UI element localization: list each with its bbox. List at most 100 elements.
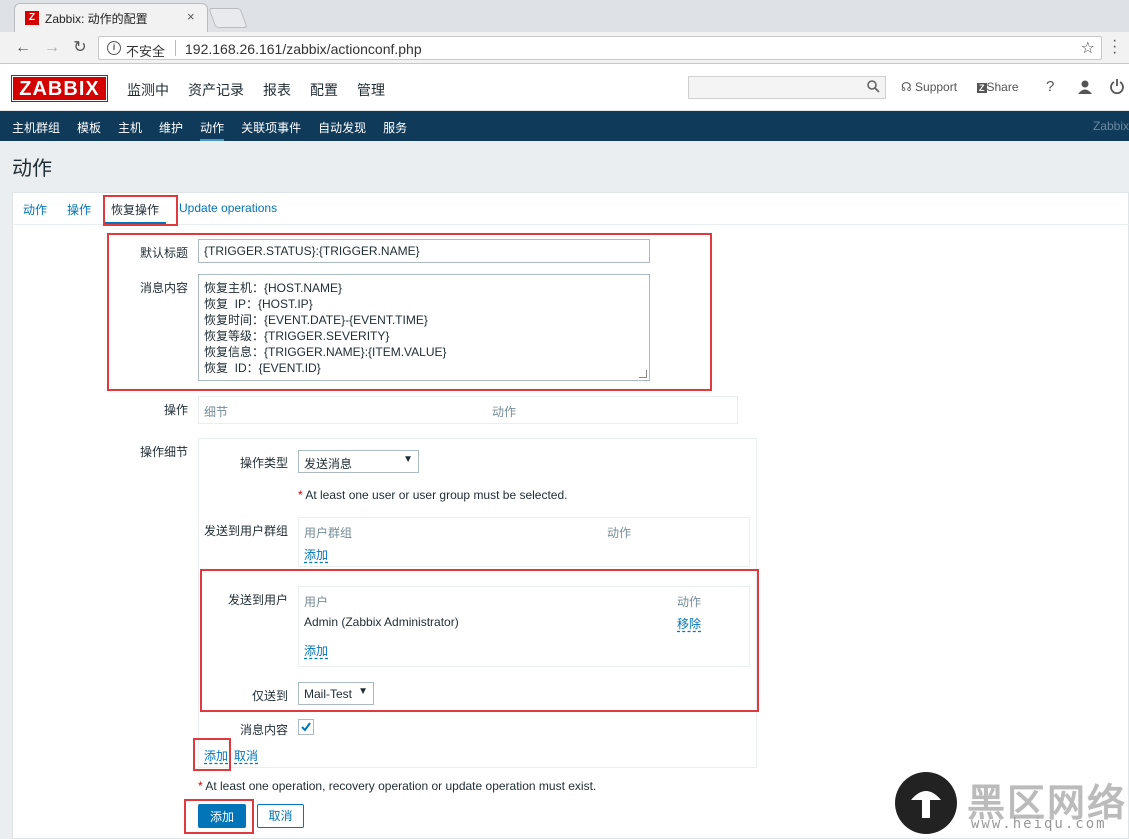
subnav-templates[interactable]: 模板 <box>77 119 101 136</box>
operations-label: 操作 <box>163 403 188 417</box>
op-type-label: 操作类型 <box>239 456 288 470</box>
subnav-maintenance[interactable]: 维护 <box>159 119 183 136</box>
operation-required-note: * At least one operation, recovery opera… <box>198 779 597 793</box>
sub-navigation: 主机群组 模板 主机 维护 动作 关联项事件 自动发现 服务 Zabbix <box>0 111 1129 142</box>
message-textarea[interactable]: 恢复主机：{HOST.NAME} 恢复 IP：{HOST.IP} 恢复时间：{E… <box>198 274 650 381</box>
subnav-hosts[interactable]: 主机 <box>118 119 142 136</box>
media-type-value: Mail-Test <box>304 687 353 701</box>
info-icon[interactable]: i <box>107 41 121 55</box>
only-send-to-label: 仅送到 <box>251 689 288 703</box>
subnav-event-correlation[interactable]: 关联项事件 <box>241 119 301 136</box>
menu-administration[interactable]: 管理 <box>357 80 385 100</box>
users-col-action: 动作 <box>677 595 702 609</box>
tab-update-operations[interactable]: Update operations <box>179 201 277 215</box>
default-subject-field[interactable]: {TRIGGER.STATUS}:{TRIGGER.NAME} <box>198 239 650 263</box>
send-to-groups-label: 发送到用户群组 <box>203 524 288 538</box>
message-checkbox[interactable] <box>298 719 314 735</box>
op-cancel-link[interactable]: 取消 <box>234 747 258 764</box>
forward-arrow-icon[interactable]: → <box>41 37 63 59</box>
subnav-host-groups[interactable]: 主机群组 <box>12 119 60 136</box>
operation-required-text: At least one operation, recovery operati… <box>205 779 597 793</box>
search-input[interactable] <box>688 76 886 99</box>
groups-col-action: 动作 <box>607 526 632 540</box>
help-icon[interactable]: ? <box>1046 78 1054 95</box>
add-group-link[interactable]: 添加 <box>304 546 328 563</box>
headset-icon: ☊ <box>901 80 912 94</box>
operations-table: 细节 动作 <box>198 396 738 424</box>
dropdown-arrow-icon: ▼ <box>358 686 368 697</box>
watermark: 黑区网络 www.heiqu.com <box>892 770 1129 839</box>
mushroom-icon <box>911 791 941 818</box>
address-bar[interactable]: i 不安全 192.168.26.161/zabbix/actionconf.p… <box>98 36 1102 60</box>
form-tabs: 动作 操作 恢复操作 Update operations <box>12 192 1129 225</box>
user-groups-table: 用户群组 动作 添加 <box>298 517 750 567</box>
share-link[interactable]: Z Share <box>977 80 1019 94</box>
op-details-label: 操作细节 <box>139 445 188 459</box>
zabbix-header: ZABBIX 监测中 资产记录 报表 配置 管理 ☊ Support Z Shar… <box>0 65 1129 111</box>
menu-monitoring[interactable]: 监测中 <box>127 80 169 100</box>
subnav-services[interactable]: 服务 <box>383 119 407 136</box>
media-type-select[interactable]: Mail-Test ▼ <box>298 682 374 705</box>
watermark-logo-icon <box>895 772 957 834</box>
user-row-name: Admin (Zabbix Administrator) <box>304 615 459 629</box>
add-button[interactable]: 添加 <box>198 804 246 828</box>
zabbix-logo[interactable]: ZABBIX <box>11 75 108 102</box>
tab-recovery-operations[interactable]: 恢复操作 <box>111 201 159 218</box>
menu-configuration[interactable]: 配置 <box>310 80 338 100</box>
browser-tab-bar: Z Zabbix: 动作的配置 × <box>0 0 1129 32</box>
op-type-value: 发送消息 <box>304 457 353 471</box>
message-label: 消息内容 <box>139 281 188 295</box>
operations-col-action: 动作 <box>492 405 517 419</box>
support-link[interactable]: ☊ Support <box>901 80 957 94</box>
url-text[interactable]: 192.168.26.161/zabbix/actionconf.php <box>185 41 422 57</box>
close-tab-icon[interactable]: × <box>187 9 195 24</box>
bookmark-star-icon[interactable]: ☆ <box>1081 38 1095 58</box>
send-to-users-label: 发送到用户 <box>227 593 288 607</box>
zabbix-favicon-icon: Z <box>25 11 39 25</box>
user-profile-icon[interactable] <box>1077 79 1093 95</box>
resize-handle[interactable] <box>639 370 647 378</box>
support-label: Support <box>915 80 958 94</box>
new-tab-button[interactable] <box>208 8 248 28</box>
cancel-button[interactable]: 取消 <box>257 804 304 828</box>
groups-col-group: 用户群组 <box>304 526 353 540</box>
dropdown-arrow-icon: ▼ <box>403 454 413 465</box>
op-type-select[interactable]: 发送消息 ▼ <box>298 450 419 473</box>
users-table: 用户 动作 Admin (Zabbix Administrator) 移除 添加 <box>298 586 750 667</box>
top-menu: 监测中 资产记录 报表 配置 管理 <box>127 80 404 100</box>
add-user-link[interactable]: 添加 <box>304 642 328 659</box>
message-checkbox-label: 消息内容 <box>239 723 288 737</box>
browser-tab-title: Zabbix: 动作的配置 <box>45 12 148 26</box>
tab-action[interactable]: 动作 <box>23 201 47 218</box>
browser-menu-icon[interactable]: · · · <box>1112 33 1117 61</box>
page-title: 动作 <box>12 158 52 180</box>
message-text: 恢复主机：{HOST.NAME} 恢复 IP：{HOST.IP} 恢复时间：{E… <box>204 281 447 375</box>
address-separator <box>175 40 176 56</box>
menu-inventory[interactable]: 资产记录 <box>188 80 244 100</box>
sign-out-icon[interactable] <box>1109 78 1125 94</box>
active-tab-indicator <box>104 222 166 225</box>
user-required-text: At least one user or user group must be … <box>305 488 568 502</box>
user-required-note: * At least one user or user group must b… <box>298 488 568 502</box>
server-name: Zabbix <box>1092 119 1129 133</box>
remove-user-link[interactable]: 移除 <box>677 615 701 632</box>
subnav-discovery[interactable]: 自动发现 <box>318 119 366 136</box>
subnav-actions[interactable]: 动作 <box>200 119 225 142</box>
users-col-user: 用户 <box>304 595 329 609</box>
watermark-url: www.heiqu.com <box>971 816 1107 832</box>
subnav-items: 主机群组 模板 主机 维护 动作 关联项事件 自动发现 服务 <box>12 119 424 142</box>
back-arrow-icon[interactable]: ← <box>12 37 34 59</box>
default-subject-label: 默认标题 <box>139 246 188 260</box>
browser-toolbar: ← → ↻ i 不安全 192.168.26.161/zabbix/action… <box>0 32 1129 64</box>
operations-col-details: 细节 <box>204 405 229 419</box>
checkmark-icon <box>301 722 311 732</box>
search-icon[interactable] <box>867 80 880 93</box>
insecure-label: 不安全 <box>126 44 166 59</box>
share-label: Share <box>986 80 1019 94</box>
browser-tab[interactable]: Z Zabbix: 动作的配置 × <box>14 3 208 32</box>
share-z-icon: Z <box>977 83 987 93</box>
reload-icon[interactable]: ↻ <box>69 37 91 59</box>
tab-operations[interactable]: 操作 <box>67 201 91 218</box>
op-add-link[interactable]: 添加 <box>204 747 228 764</box>
menu-reports[interactable]: 报表 <box>263 80 291 100</box>
